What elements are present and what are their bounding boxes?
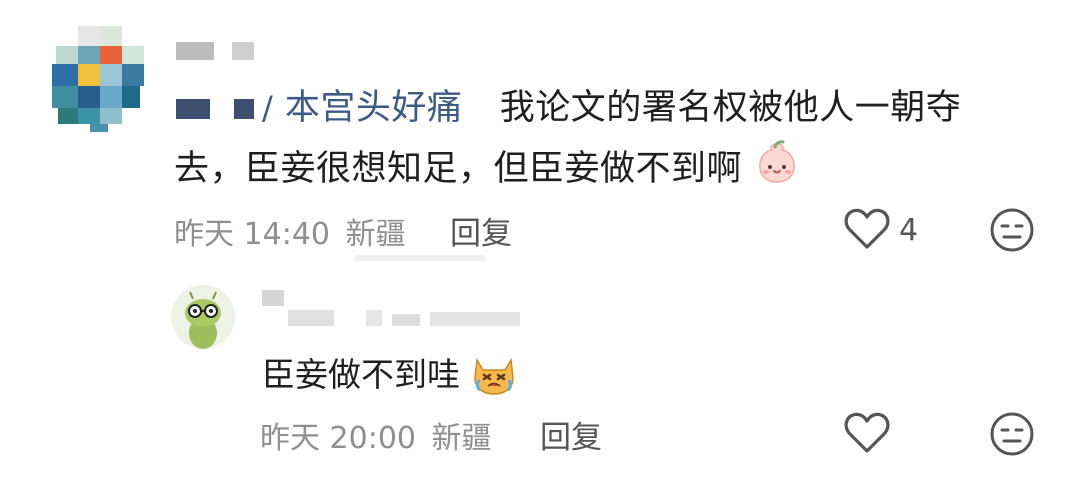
comment-body: / 本宫头好痛 我论文的署名权被他人一朝夺 — [262, 80, 1022, 137]
mention-username[interactable]: 本宫头好痛 — [285, 88, 463, 128]
heart-icon[interactable] — [843, 206, 891, 256]
avatar-pixel — [78, 86, 100, 108]
heart-icon[interactable] — [843, 410, 891, 460]
avatar-pixel — [100, 46, 122, 64]
comment-text-line1: 我论文的署名权被他人一朝夺 — [499, 88, 962, 128]
commenter-avatar[interactable] — [52, 26, 144, 132]
replier-avatar[interactable] — [171, 285, 235, 349]
comment-location: 新疆 — [345, 217, 406, 252]
comment-text-line2: 去，臣妾很想知足，但臣妾做不到啊 — [174, 149, 743, 189]
blur-block — [430, 312, 520, 326]
reply-button[interactable]: 回复 — [450, 208, 512, 253]
replier-name-blurred[interactable] — [262, 290, 522, 330]
meh-face-icon[interactable] — [989, 207, 1035, 257]
blur-block — [366, 310, 382, 326]
avatar-pixel — [58, 108, 78, 124]
reply-meta: 昨天 20:00 新疆 — [260, 413, 492, 457]
crying-cat-emoji — [471, 350, 517, 404]
avatar-pixel — [100, 108, 122, 124]
comment-body-line2: 去，臣妾很想知足，但臣妾做不到啊 — [174, 138, 1034, 202]
avatar-pixel — [122, 64, 144, 86]
blur-block — [262, 290, 284, 306]
avatar-pixel — [100, 26, 122, 46]
peach-face-emoji — [754, 138, 800, 202]
reply-to-name-blurred — [176, 99, 266, 123]
reply-location: 新疆 — [431, 421, 492, 456]
blur-block — [288, 310, 334, 326]
comment-meta: 昨天 14:40 新疆 — [174, 209, 406, 253]
avatar-pixel — [122, 86, 140, 108]
avatar-pixel — [78, 108, 100, 124]
blur-smudge — [355, 255, 485, 261]
avatar-pixel — [100, 86, 122, 108]
reply-time: 昨天 20:00 — [260, 421, 416, 456]
mention-slash: / — [262, 89, 274, 127]
avatar-pixel — [100, 64, 122, 86]
reply-text: 臣妾做不到哇 — [262, 355, 460, 394]
avatar-pixel — [52, 86, 78, 108]
like-count: 4 — [899, 213, 919, 248]
avatar-pixel — [78, 46, 100, 64]
commenter-name-blurred[interactable] — [176, 42, 266, 62]
avatar-pixel — [78, 26, 100, 46]
blur-block — [392, 314, 420, 326]
meh-face-icon[interactable] — [989, 411, 1035, 461]
blur-block — [176, 99, 210, 119]
avatar-pixel — [52, 64, 78, 86]
blur-block — [234, 99, 254, 119]
avatar-pixel — [56, 46, 78, 64]
blur-block — [176, 42, 214, 60]
reply-body: 臣妾做不到哇 — [262, 348, 517, 404]
avatar-pixel — [90, 124, 108, 132]
reply-reply-button[interactable]: 回复 — [540, 412, 602, 457]
avatar-pixel — [78, 64, 100, 86]
blur-block — [232, 42, 254, 60]
avatar-pixel — [122, 46, 144, 64]
comment-time: 昨天 14:40 — [174, 217, 330, 252]
